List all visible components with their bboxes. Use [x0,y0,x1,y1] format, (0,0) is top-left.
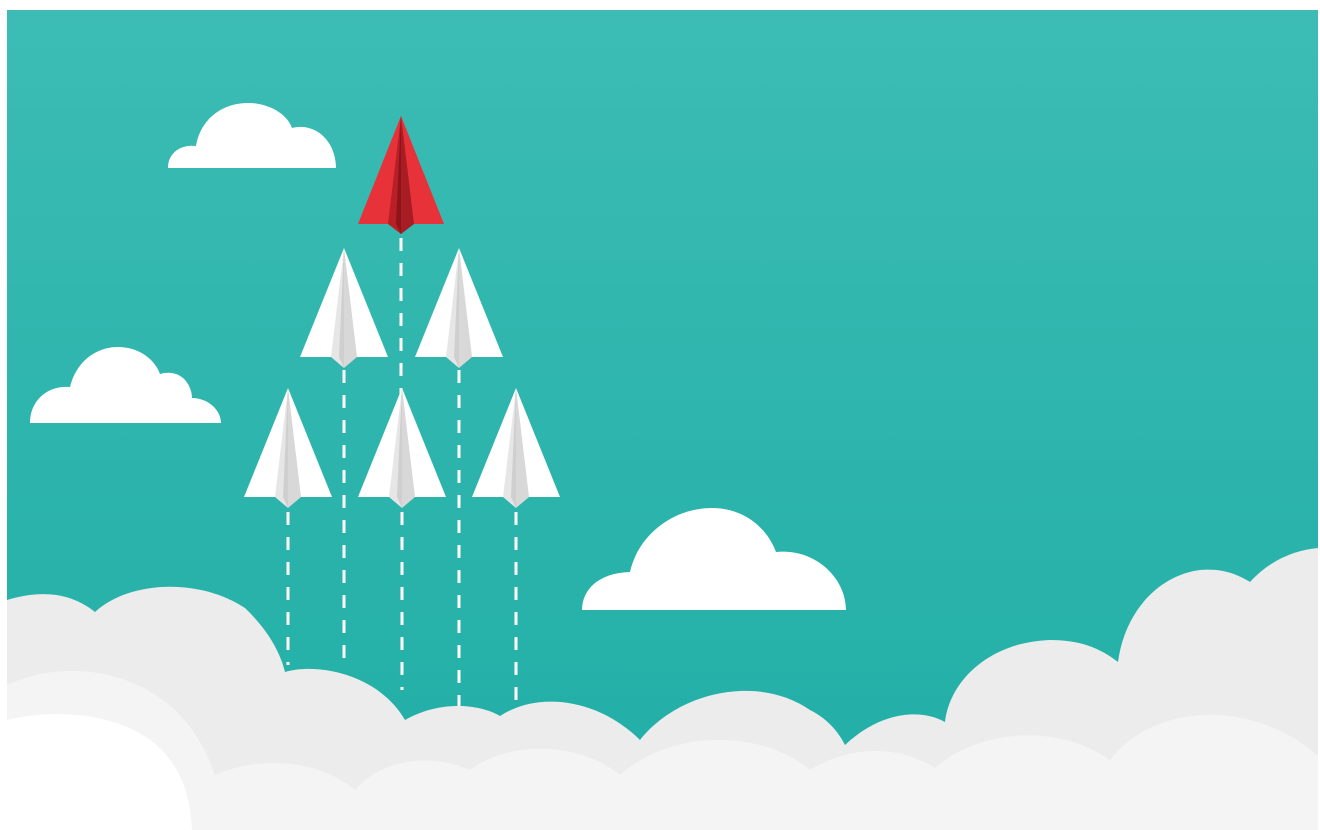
illustration-canvas [0,0,1320,830]
paper-plane-illustration [0,0,1320,830]
